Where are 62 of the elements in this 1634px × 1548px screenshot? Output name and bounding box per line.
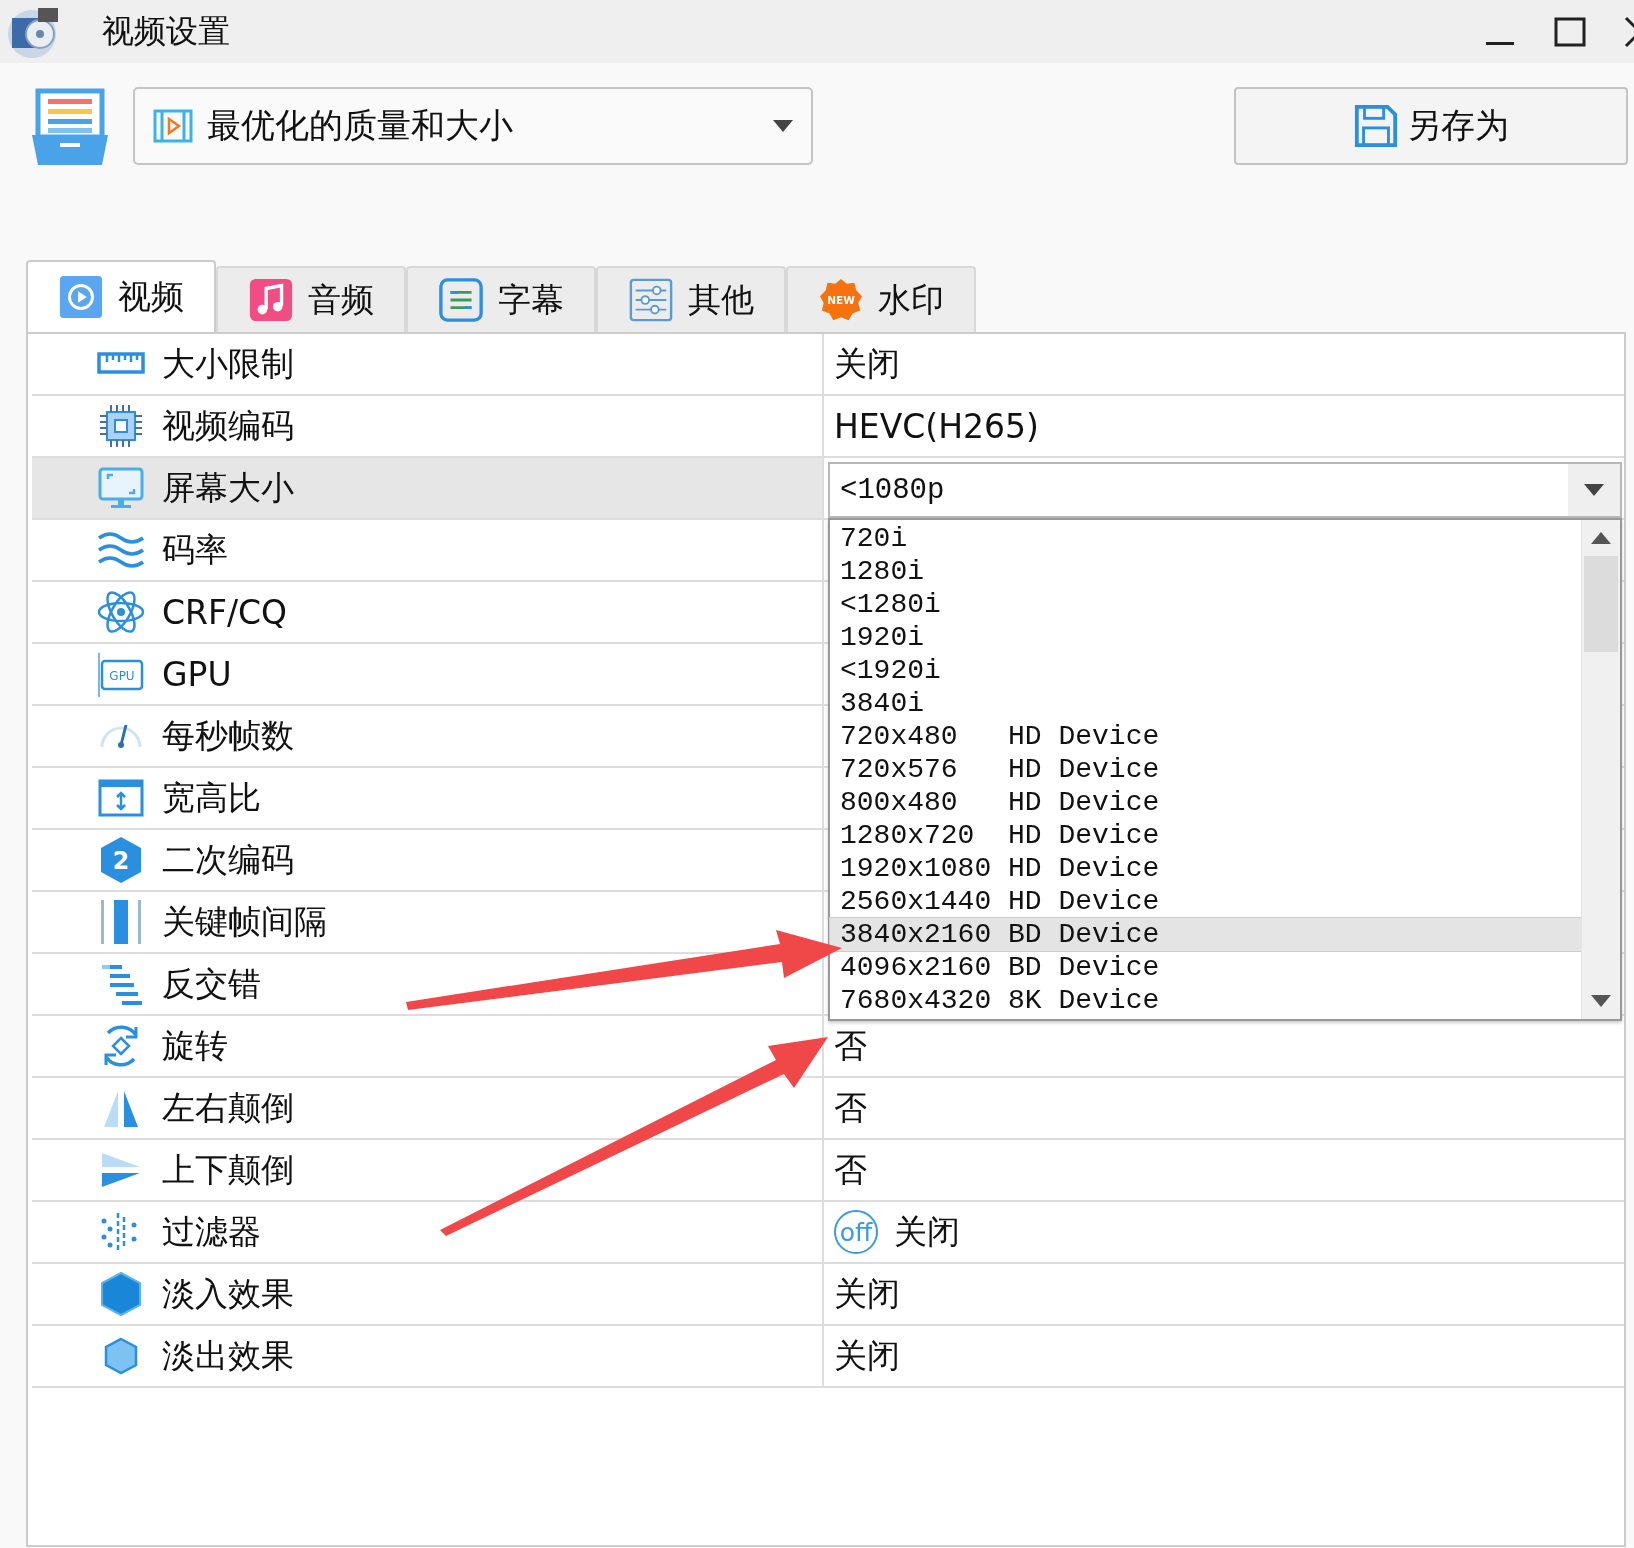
dropdown-option[interactable]: 1920i [830, 621, 1581, 654]
music-icon [248, 277, 294, 323]
setting-label: 反交错 [162, 962, 261, 1005]
dropdown-option[interactable]: 7680x4320 8K Device [830, 984, 1581, 1017]
caret-icon [773, 120, 793, 132]
setting-label: GPU [162, 654, 232, 694]
dropdown-option[interactable]: 3840x2160 BD Device [830, 918, 1581, 951]
setting-label: 二次编码 [162, 838, 294, 881]
dropdown-option[interactable]: 720i [830, 522, 1581, 555]
dropdown-option[interactable]: <1920i [830, 654, 1581, 687]
film-icon [153, 109, 193, 143]
save-icon [1353, 103, 1399, 149]
setting-label: 视频编码 [162, 404, 294, 447]
tab[interactable]: 视频 [26, 260, 216, 332]
dropdown-option[interactable]: 1280x720 HD Device [830, 819, 1581, 852]
subtitle-icon [438, 277, 484, 323]
scrollbar[interactable] [1581, 520, 1620, 1019]
setting-value: HEVC(H265) [834, 406, 1039, 446]
dropdown-option[interactable]: 3840i [830, 687, 1581, 720]
setting-label: 大小限制 [162, 342, 294, 385]
scroll-down-icon[interactable] [1591, 995, 1611, 1007]
setting-value: 否 [834, 1024, 867, 1067]
setting-label: CRF/CQ [162, 592, 288, 632]
caret-icon [1584, 484, 1604, 496]
dropdown-option[interactable]: 720x480 HD Device [830, 720, 1581, 753]
dropdown-option[interactable]: 1920x1080 HD Device [830, 852, 1581, 885]
video-icon [58, 274, 104, 320]
setting-label: 每秒帧数 [162, 714, 294, 757]
setting-label: 淡入效果 [162, 1272, 294, 1315]
dropdown-option[interactable]: 2560x1440 HD Device [830, 885, 1581, 918]
tab[interactable]: 其他 [596, 266, 786, 332]
tab[interactable]: 音频 [216, 266, 406, 332]
scroll-up-icon[interactable] [1591, 532, 1611, 544]
dropdown-option[interactable]: 4096x2160 BD Device [830, 951, 1581, 984]
dropdown-option[interactable]: <1280i [830, 588, 1581, 621]
setting-value: 否 [834, 1148, 867, 1191]
dropdown-option[interactable]: 800x480 HD Device [830, 786, 1581, 819]
setting-value: 关闭 [894, 1210, 960, 1253]
tab[interactable]: 字幕 [406, 266, 596, 332]
window-title: 视频设置 [102, 10, 230, 52]
setting-label: 宽高比 [162, 776, 261, 819]
setting-label: 码率 [162, 528, 228, 571]
setting-label: 旋转 [162, 1024, 228, 1067]
setting-value: 关闭 [834, 342, 900, 385]
preset-dropdown[interactable]: 最优化的质量和大小 [133, 87, 813, 165]
setting-value: 否 [834, 1086, 867, 1129]
setting-label: 淡出效果 [162, 1334, 294, 1377]
setting-value: 关闭 [834, 1334, 900, 1377]
setting-value: 关闭 [834, 1272, 900, 1315]
dropdown-option[interactable]: 1280i [830, 555, 1581, 588]
setting-label: 左右颠倒 [162, 1086, 294, 1129]
save-as-button[interactable]: 另存为 [1234, 87, 1628, 165]
sliders-icon [628, 277, 674, 323]
new-badge-icon: NEW [818, 277, 864, 323]
dropdown-option[interactable]: 720x576 HD Device [830, 753, 1581, 786]
size-dropdown[interactable]: <1080p [828, 462, 1622, 518]
setting-label: 上下颠倒 [162, 1148, 294, 1191]
row-highlight[interactable]: 屏幕大小 [32, 458, 822, 518]
tab[interactable]: NEW 水印 [786, 266, 976, 332]
setting-label: 屏幕大小 [162, 466, 294, 509]
setting-label: 过滤器 [162, 1210, 261, 1253]
setting-label: 关键帧间隔 [162, 900, 327, 943]
